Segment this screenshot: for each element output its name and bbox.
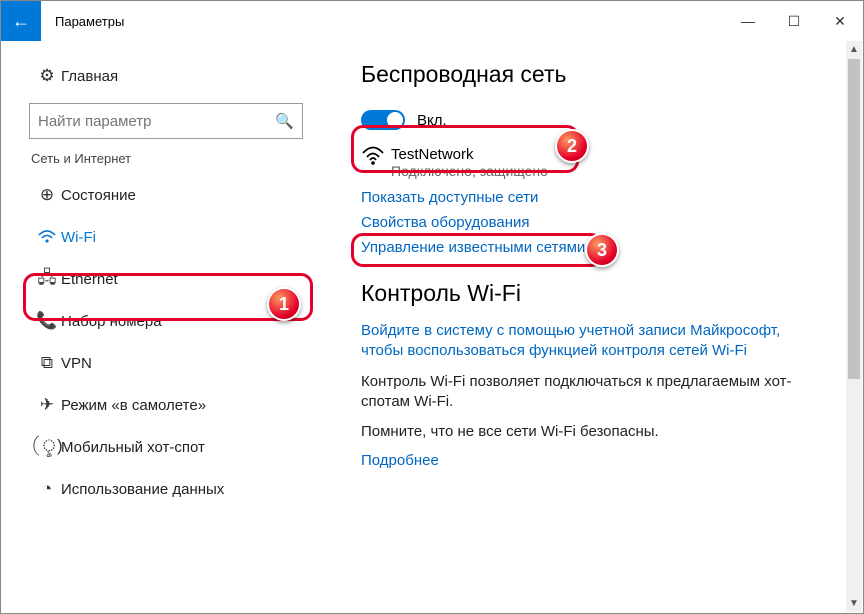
sidebar-item-label: Режим «в самолете» [61, 397, 206, 414]
gear-icon: ⚙ [33, 66, 61, 86]
link-hardware-props[interactable]: Свойства оборудования [361, 214, 843, 231]
link-signin[interactable]: Войдите в систему с помощью учетной запи… [361, 321, 821, 362]
sidebar-item-datausage[interactable]: ◔ Использование данных [29, 468, 303, 510]
sidebar-item-label: Ethernet [61, 271, 118, 288]
sidebar-item-label: Использование данных [61, 481, 224, 498]
link-more[interactable]: Подробнее [361, 452, 843, 469]
sidebar-item-label: VPN [61, 355, 92, 372]
network-status: Подключено, защищено [391, 163, 548, 179]
network-name: TestNetwork [391, 146, 548, 163]
section-title-wifi-sense: Контроль Wi-Fi [361, 280, 843, 307]
scrollbar-thumb[interactable] [848, 59, 860, 379]
close-button[interactable]: ✕ [817, 1, 863, 41]
hotspot-icon: (ৢ) [33, 433, 61, 461]
sidebar-category: Сеть и Интернет [31, 151, 303, 166]
scroll-down-icon[interactable]: ▼ [846, 595, 862, 612]
airplane-icon: ✈ [33, 395, 61, 415]
maximize-button[interactable]: ☐ [771, 1, 817, 41]
minimize-button[interactable]: — [725, 1, 771, 41]
datausage-icon: ◔ [33, 479, 61, 499]
wifi-signal-icon [361, 146, 391, 172]
wifi-sense-desc: Контроль Wi-Fi позволяет подключаться к … [361, 372, 821, 413]
scrollbar[interactable]: ▲ ▼ [846, 41, 862, 612]
sidebar-home-label: Главная [61, 68, 118, 85]
search-icon: 🔍 [275, 112, 294, 130]
sidebar-item-wifi[interactable]: Wi-Fi [29, 216, 303, 258]
titlebar: ← Параметры — ☐ ✕ [1, 1, 863, 41]
sidebar-home[interactable]: ⚙ Главная [29, 55, 303, 97]
connected-network[interactable]: TestNetwork Подключено, защищено [361, 146, 843, 179]
sidebar-item-ethernet[interactable]: 🖧 Ethernet [29, 258, 303, 300]
sidebar-item-label: Wi-Fi [61, 229, 96, 246]
page-title: Беспроводная сеть [361, 61, 843, 88]
link-known-networks[interactable]: Управление известными сетями [361, 239, 843, 256]
sidebar-item-label: Мобильный хот-спот [61, 439, 205, 456]
sidebar-item-hotspot[interactable]: (ৢ) Мобильный хот-спот [29, 426, 303, 468]
search-box[interactable]: 🔍 [29, 103, 303, 139]
window-controls: — ☐ ✕ [725, 1, 863, 41]
sidebar-item-airplane[interactable]: ✈ Режим «в самолете» [29, 384, 303, 426]
wifi-toggle-row: Вкл. [361, 110, 843, 130]
wifi-toggle[interactable] [361, 110, 405, 130]
sidebar-item-dialup[interactable]: 📞 Набор номера [29, 300, 303, 342]
sidebar-item-label: Набор номера [61, 313, 162, 330]
wifi-toggle-label: Вкл. [417, 112, 447, 129]
dialup-icon: 📞 [33, 311, 61, 331]
back-button[interactable]: ← [1, 1, 41, 41]
status-icon: ⊕ [33, 185, 61, 205]
vpn-icon: ⧉ [33, 353, 61, 373]
sidebar-item-label: Состояние [61, 187, 136, 204]
window-title: Параметры [55, 14, 124, 29]
main-content: Беспроводная сеть Вкл. TestNetwork Подкл… [331, 41, 863, 613]
sidebar-item-status[interactable]: ⊕ Состояние [29, 174, 303, 216]
search-input[interactable] [38, 113, 275, 130]
wifi-sense-warning: Помните, что не все сети Wi-Fi безопасны… [361, 422, 821, 442]
sidebar: ⚙ Главная 🔍 Сеть и Интернет ⊕ Состояние … [1, 41, 331, 613]
sidebar-item-vpn[interactable]: ⧉ VPN [29, 342, 303, 384]
ethernet-icon: 🖧 [33, 265, 61, 294]
wifi-icon [33, 230, 61, 244]
link-show-networks[interactable]: Показать доступные сети [361, 189, 843, 206]
scroll-up-icon[interactable]: ▲ [846, 41, 862, 58]
